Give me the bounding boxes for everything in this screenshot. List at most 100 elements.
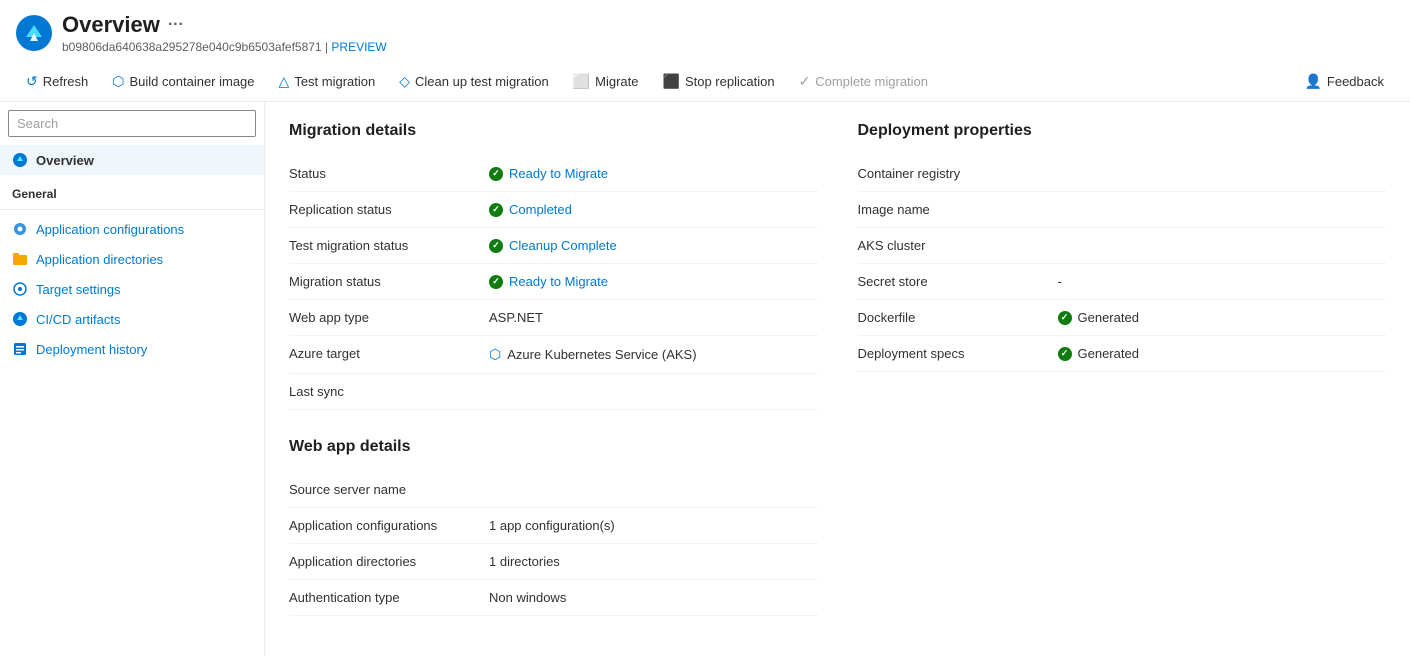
- web-app-type-value: ASP.NET: [489, 310, 543, 325]
- dockerfile-dot: [1058, 311, 1072, 325]
- dockerfile-value: Generated: [1058, 310, 1139, 325]
- stop-replication-button[interactable]: ⬛ Stop replication: [653, 68, 785, 95]
- web-app-details-title: Web app details: [289, 438, 818, 456]
- source-server-label: Source server name: [289, 482, 489, 497]
- secret-store-value: -: [1058, 274, 1062, 289]
- sidebar-search-container: [0, 102, 264, 145]
- complete-migration-button[interactable]: ✓ Complete migration: [789, 68, 938, 95]
- migrate-button[interactable]: ⬜ Migrate: [563, 68, 649, 95]
- status-dot-green: [489, 167, 503, 181]
- cleanup-button[interactable]: ◇ Clean up test migration: [389, 68, 558, 95]
- deployment-properties-title: Deployment properties: [858, 122, 1387, 140]
- build-container-button[interactable]: ⬡ Build container image: [102, 68, 264, 95]
- app-dirs-detail-value: 1 directories: [489, 554, 560, 569]
- auth-type-row: Authentication type Non windows: [289, 580, 818, 616]
- source-server-row: Source server name: [289, 472, 818, 508]
- deployment-specs-text: Generated: [1078, 346, 1139, 361]
- status-row: Status Ready to Migrate: [289, 156, 818, 192]
- overview-icon: [12, 152, 28, 168]
- test-migration-dot: [489, 239, 503, 253]
- complete-icon: ✓: [799, 73, 811, 90]
- sidebar-item-target-settings[interactable]: Target settings: [0, 274, 264, 304]
- sidebar-item-overview[interactable]: Overview: [0, 145, 264, 175]
- image-name-label: Image name: [858, 202, 1058, 217]
- sidebar-item-app-dirs[interactable]: Application directories: [0, 244, 264, 274]
- sidebar-general-label: General: [0, 175, 264, 205]
- sidebar-divider-1: [0, 209, 264, 210]
- replication-status-row: Replication status Completed: [289, 192, 818, 228]
- app-dirs-detail-label: Application directories: [289, 554, 489, 569]
- cleanup-label: Clean up test migration: [415, 74, 549, 89]
- image-name-row: Image name: [858, 192, 1387, 228]
- migration-status-row: Migration status Ready to Migrate: [289, 264, 818, 300]
- migration-details-title: Migration details: [289, 122, 818, 140]
- last-sync-label: Last sync: [289, 384, 489, 399]
- deployment-specs-value: Generated: [1058, 346, 1139, 361]
- feedback-icon: 👤: [1304, 73, 1321, 90]
- sidebar-item-app-configs[interactable]: Application configurations: [0, 214, 264, 244]
- container-registry-row: Container registry: [858, 156, 1387, 192]
- feedback-label: Feedback: [1327, 74, 1384, 89]
- app-configs-detail-value: 1 app configuration(s): [489, 518, 615, 533]
- sidebar: Overview General Application configurati…: [0, 102, 265, 656]
- test-migration-label: Test migration: [294, 74, 375, 89]
- app-configs-detail-label: Application configurations: [289, 518, 489, 533]
- app-configs-icon: [12, 221, 28, 237]
- sidebar-item-label: Application configurations: [36, 222, 184, 237]
- main-content: Migration details Status Ready to Migrat…: [265, 102, 1410, 656]
- dockerfile-label: Dockerfile: [858, 310, 1058, 325]
- migration-status-text[interactable]: Ready to Migrate: [509, 274, 608, 289]
- status-text[interactable]: Ready to Migrate: [509, 166, 608, 181]
- migration-status-dot: [489, 275, 503, 289]
- auth-type-value: Non windows: [489, 590, 566, 605]
- app-logo: [16, 15, 52, 51]
- test-migration-status-row: Test migration status Cleanup Complete: [289, 228, 818, 264]
- stop-label: Stop replication: [685, 74, 775, 89]
- main-layout: Overview General Application configurati…: [0, 102, 1410, 656]
- migration-status-value: Ready to Migrate: [489, 274, 608, 289]
- azure-target-label: Azure target: [289, 346, 489, 361]
- replication-dot: [489, 203, 503, 217]
- feedback-button[interactable]: 👤 Feedback: [1294, 68, 1394, 95]
- cicd-icon: [12, 311, 28, 327]
- dockerfile-text: Generated: [1078, 310, 1139, 325]
- title-text: Overview: [62, 12, 160, 38]
- container-registry-label: Container registry: [858, 166, 1058, 181]
- azure-target-value: ⬡ Azure Kubernetes Service (AKS): [489, 346, 697, 363]
- search-input[interactable]: [8, 110, 256, 137]
- migrate-icon: ⬜: [573, 73, 590, 90]
- test-migration-text[interactable]: Cleanup Complete: [509, 238, 617, 253]
- replication-text[interactable]: Completed: [509, 202, 572, 217]
- sidebar-item-label: Target settings: [36, 282, 121, 297]
- sidebar-item-cicd[interactable]: CI/CD artifacts: [0, 304, 264, 334]
- app-dirs-icon: [12, 251, 28, 267]
- azure-target-row: Azure target ⬡ Azure Kubernetes Service …: [289, 336, 818, 374]
- sidebar-item-label: Application directories: [36, 252, 163, 267]
- test-icon: △: [279, 73, 290, 90]
- build-label: Build container image: [130, 74, 255, 89]
- header-title-block: Overview ··· b09806da640638a295278e040c9…: [62, 12, 387, 54]
- refresh-button[interactable]: ↺ Refresh: [16, 68, 98, 95]
- deploy-history-icon: [12, 341, 28, 357]
- migration-details-col: Migration details Status Ready to Migrat…: [289, 122, 818, 616]
- app-configs-row: Application configurations 1 app configu…: [289, 508, 818, 544]
- secret-store-row: Secret store -: [858, 264, 1387, 300]
- last-sync-row: Last sync: [289, 374, 818, 410]
- sidebar-item-label: CI/CD artifacts: [36, 312, 121, 327]
- secret-store-label: Secret store: [858, 274, 1058, 289]
- web-app-type-label: Web app type: [289, 310, 489, 325]
- more-options-icon[interactable]: ···: [168, 16, 184, 34]
- target-settings-icon: [12, 281, 28, 297]
- refresh-icon: ↺: [26, 73, 38, 90]
- stop-icon: ⬛: [663, 73, 680, 90]
- cleanup-icon: ◇: [399, 73, 410, 90]
- sidebar-item-deploy-history[interactable]: Deployment history: [0, 334, 264, 364]
- test-migration-button[interactable]: △ Test migration: [269, 68, 386, 95]
- auth-type-label: Authentication type: [289, 590, 489, 605]
- azure-target-text: Azure Kubernetes Service (AKS): [507, 347, 696, 362]
- two-column-layout: Migration details Status Ready to Migrat…: [289, 122, 1386, 616]
- aks-cluster-label: AKS cluster: [858, 238, 1058, 253]
- deployment-specs-row: Deployment specs Generated: [858, 336, 1387, 372]
- refresh-label: Refresh: [43, 74, 89, 89]
- migrate-label: Migrate: [595, 74, 638, 89]
